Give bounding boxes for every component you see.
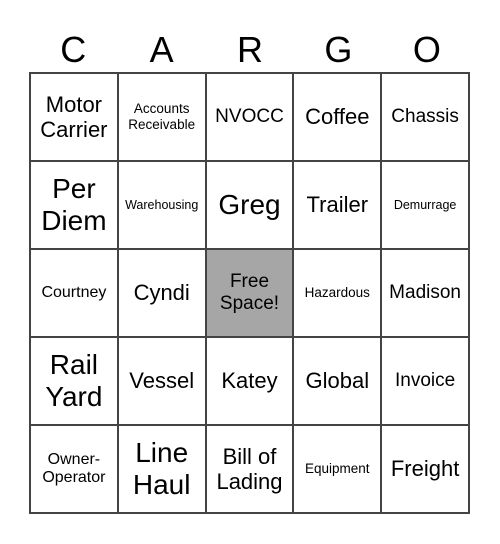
bingo-cell[interactable]: Coffee [293,73,382,161]
free-space-cell[interactable]: Free Space! [205,249,294,337]
bingo-cell[interactable]: Greg [205,161,294,249]
bingo-cell[interactable]: Line Haul [117,425,206,513]
bingo-cell[interactable]: Global [293,337,382,425]
bingo-cell[interactable]: Hazardous [293,249,382,337]
header-letter: O [412,29,441,70]
bingo-cell[interactable]: Cyndi [117,249,206,337]
header-letter: A [149,29,174,70]
bingo-cell[interactable]: Freight [381,425,469,513]
bingo-cell[interactable]: Vessel [117,337,206,425]
bingo-cell[interactable]: Equipment [293,425,382,513]
bingo-cell[interactable]: Trailer [293,161,382,249]
bingo-cell[interactable]: Demurrage [381,161,469,249]
bingo-cell[interactable]: Katey [205,337,294,425]
bingo-cell[interactable]: NVOCC [205,73,294,161]
bingo-cell[interactable]: Bill of Lading [205,425,294,513]
bingo-header: CARGO [29,28,471,72]
bingo-cell[interactable]: Warehousing [117,161,206,249]
bingo-cell[interactable]: Madison [381,249,469,337]
header-letter: C [60,29,87,70]
header-letter: R [237,29,264,70]
bingo-cell[interactable]: Invoice [381,337,469,425]
bingo-grid: Motor Carrier Accounts Receivable NVOCC Cof… [29,72,470,514]
bingo-cell[interactable]: Accounts Receivable [117,73,206,161]
bingo-cell[interactable]: Courtney [30,249,118,337]
header-letter: G [324,29,353,70]
bingo-cell[interactable]: Chassis [381,73,469,161]
bingo-cell[interactable]: Motor Carrier [30,73,118,161]
bingo-cell[interactable]: Owner-Operator [30,425,118,513]
bingo-cell[interactable]: Rail Yard [30,337,118,425]
bingo-cell[interactable]: Per Diem [30,161,118,249]
